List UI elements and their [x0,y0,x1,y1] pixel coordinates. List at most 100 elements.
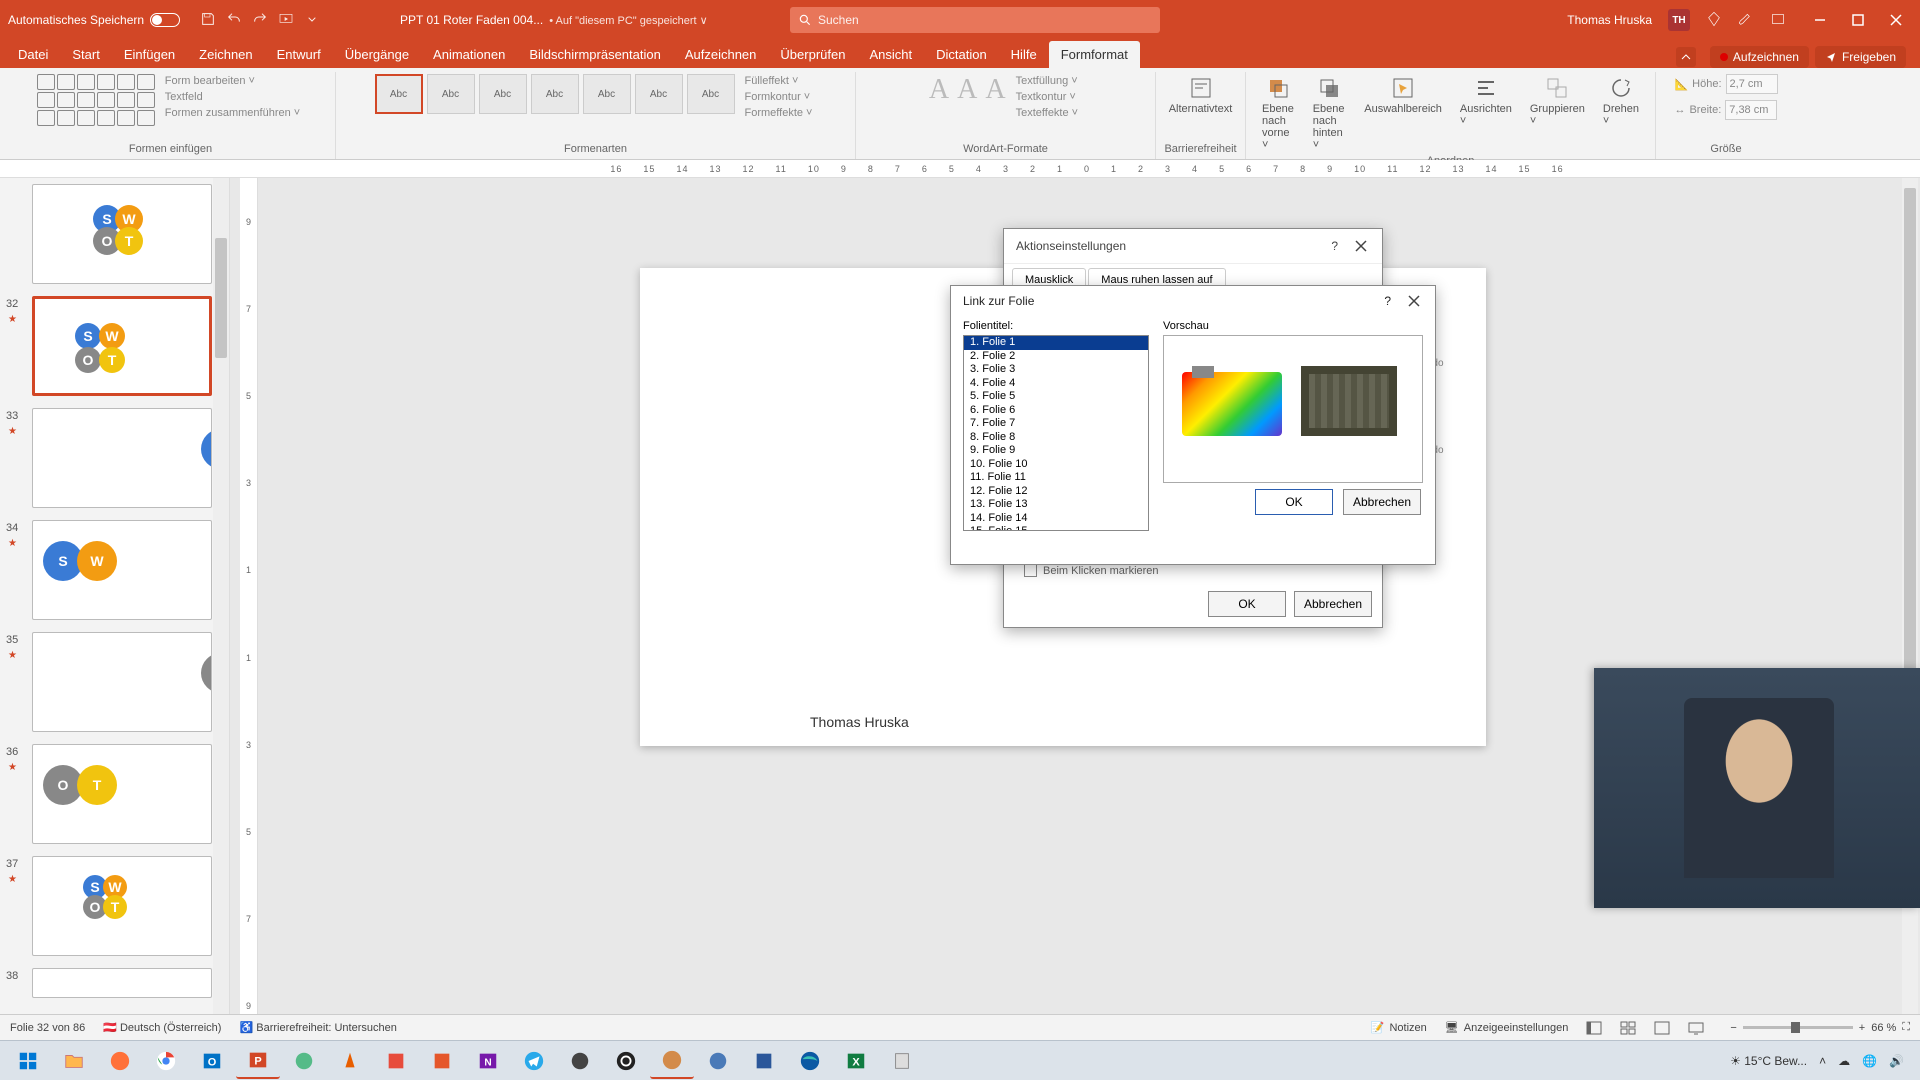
view-normal-button[interactable] [1586,1021,1602,1035]
volume-icon[interactable]: 🔊 [1889,1054,1904,1068]
zoom-value[interactable]: 66 % [1871,1022,1896,1034]
cancel-button[interactable]: Abbrechen [1343,489,1421,515]
network-icon[interactable]: 🌐 [1862,1054,1877,1068]
canvas-scrollbar[interactable] [1902,178,1918,1050]
slide-thumbnail[interactable] [32,968,212,998]
redo-icon[interactable] [252,11,268,30]
user-name[interactable]: Thomas Hruska [1567,13,1652,27]
shape-fill-button[interactable]: Fülleffekt ˅ [741,74,817,88]
tab-zeichnen[interactable]: Zeichnen [187,41,264,68]
slide-list-item[interactable]: 8. Folie 8 [964,431,1148,445]
excel-icon[interactable]: X [834,1043,878,1079]
tab-formformat[interactable]: Formformat [1049,41,1140,68]
slide-list-item[interactable]: 7. Folie 7 [964,417,1148,431]
slide-list-item[interactable]: 1. Folie 1 [964,336,1148,350]
slide-thumbnail[interactable]: SWOT [32,184,212,284]
close-button[interactable] [1878,7,1914,33]
slide-list-item[interactable]: 15. Folie 15 [964,525,1148,531]
slide-thumbnail[interactable]: OT [32,744,212,844]
powerpoint-icon[interactable]: P [236,1043,280,1079]
system-tray[interactable]: ☀ 15°C Bew... ˄ ☁ 🌐 🔊 [1730,1054,1914,1068]
slide-thumbnail[interactable]: SW [32,520,212,620]
tab-einfuegen[interactable]: Einfügen [112,41,187,68]
autosave-toggle[interactable]: Automatisches Speichern [8,13,180,27]
group-button[interactable]: Gruppieren ˅ [1524,74,1591,129]
vlc-icon[interactable] [328,1043,372,1079]
display-settings-button[interactable]: 🖥 Anzeigeeinstellungen [1445,1021,1569,1034]
ok-button[interactable]: OK [1255,489,1333,515]
taskbar-app-icon[interactable] [282,1043,326,1079]
tab-ueberpruefen[interactable]: Überprüfen [768,41,857,68]
slide-list-item[interactable]: 11. Folie 11 [964,471,1148,485]
taskbar-app-icon[interactable] [742,1043,786,1079]
slide-list-item[interactable]: 13. Folie 13 [964,498,1148,512]
tab-animationen[interactable]: Animationen [421,41,517,68]
close-icon[interactable] [1405,292,1423,310]
language-selector[interactable]: 🇦🇹 Deutsch (Österreich) [103,1021,221,1034]
weather-widget[interactable]: ☀ 15°C Bew... [1730,1054,1807,1068]
slide-list-item[interactable]: 10. Folie 10 [964,458,1148,472]
slide-list-item[interactable]: 6. Folie 6 [964,404,1148,418]
slide-list-item[interactable]: 5. Folie 5 [964,390,1148,404]
minimize-button[interactable] [1802,7,1838,33]
fit-window-button[interactable]: ⛶ [1902,1021,1910,1034]
document-title[interactable]: PPT 01 Roter Faden 004... • Auf "diesem … [400,13,708,27]
shapes-gallery[interactable] [37,74,155,126]
undo-icon[interactable] [226,11,242,30]
edit-shape-button[interactable]: Form bearbeiten ˅ [161,74,304,88]
record-button[interactable]: Aufzeichnen [1710,46,1809,68]
taskbar-app-icon[interactable] [696,1043,740,1079]
tab-hilfe[interactable]: Hilfe [999,41,1049,68]
rotate-button[interactable]: Drehen ˅ [1597,74,1645,129]
diamond-icon[interactable] [1706,11,1722,30]
tab-start[interactable]: Start [60,41,111,68]
notes-button[interactable]: 📝 Notizen [1371,1021,1427,1034]
selection-pane-button[interactable]: Auswahlbereich [1358,74,1448,117]
slide-list-item[interactable]: 14. Folie 14 [964,512,1148,526]
view-sorter-button[interactable] [1620,1021,1636,1035]
slide-thumbnail[interactable]: OT [32,632,212,732]
text-outline-button[interactable]: Textkontur ˅ [1012,90,1082,104]
onenote-icon[interactable]: N [466,1043,510,1079]
slide-list-item[interactable]: 12. Folie 12 [964,485,1148,499]
chrome-icon[interactable] [144,1043,188,1079]
view-slideshow-button[interactable] [1688,1021,1704,1035]
taskbar-app-icon[interactable] [880,1043,924,1079]
onedrive-icon[interactable]: ☁ [1838,1054,1850,1068]
cancel-button[interactable]: Abbrechen [1294,591,1372,617]
width-input[interactable]: ↔ Breite: [1674,100,1777,120]
thumbnails-scrollbar[interactable] [213,178,229,1050]
slide-counter[interactable]: Folie 32 von 86 [10,1022,85,1034]
tab-uebergaenge[interactable]: Übergänge [333,41,421,68]
edge-icon[interactable] [788,1043,832,1079]
collapse-ribbon-button[interactable] [1676,47,1696,67]
taskbar-app-icon[interactable] [558,1043,602,1079]
send-backward-button[interactable]: Ebene nach hinten ˅ [1307,74,1353,153]
qat-more-icon[interactable] [304,11,320,30]
share-button[interactable]: Freigeben [1815,46,1906,68]
tab-aufzeichnen[interactable]: Aufzeichnen [673,41,769,68]
start-button[interactable] [6,1043,50,1079]
search-input[interactable] [818,13,1152,27]
shape-outline-button[interactable]: Formkontur ˅ [741,90,817,104]
accessibility-checker[interactable]: ♿ Barrierefreiheit: Untersuchen [239,1021,396,1034]
shape-effects-button[interactable]: Formeffekte ˅ [741,106,817,120]
taskbar-app-icon[interactable] [374,1043,418,1079]
slide-title-list[interactable]: 1. Folie 12. Folie 23. Folie 34. Folie 4… [963,335,1149,531]
slide-list-item[interactable]: 4. Folie 4 [964,377,1148,391]
help-icon[interactable]: ? [1384,294,1391,308]
help-icon[interactable]: ? [1331,239,1338,253]
shape-styles-gallery[interactable]: Abc Abc Abc Abc Abc Abc Abc [375,74,735,114]
ok-button[interactable]: OK [1208,591,1286,617]
align-button[interactable]: Ausrichten ˅ [1454,74,1518,129]
brush-icon[interactable] [1738,11,1754,30]
tab-datei[interactable]: Datei [6,41,60,68]
slide-list-item[interactable]: 3. Folie 3 [964,363,1148,377]
wordart-gallery[interactable]: AAA [929,74,1006,106]
explorer-icon[interactable] [52,1043,96,1079]
view-reading-button[interactable] [1654,1021,1670,1035]
bring-forward-button[interactable]: Ebene nach vorne ˅ [1256,74,1301,153]
slide-thumbnails-pane[interactable]: SWOT 32★SWOT 33★SW 34★SW 35★OT 36★OT 37★… [0,178,230,1050]
zoom-control[interactable]: −+ 66 % ⛶ [1730,1021,1910,1034]
tab-entwurf[interactable]: Entwurf [265,41,333,68]
